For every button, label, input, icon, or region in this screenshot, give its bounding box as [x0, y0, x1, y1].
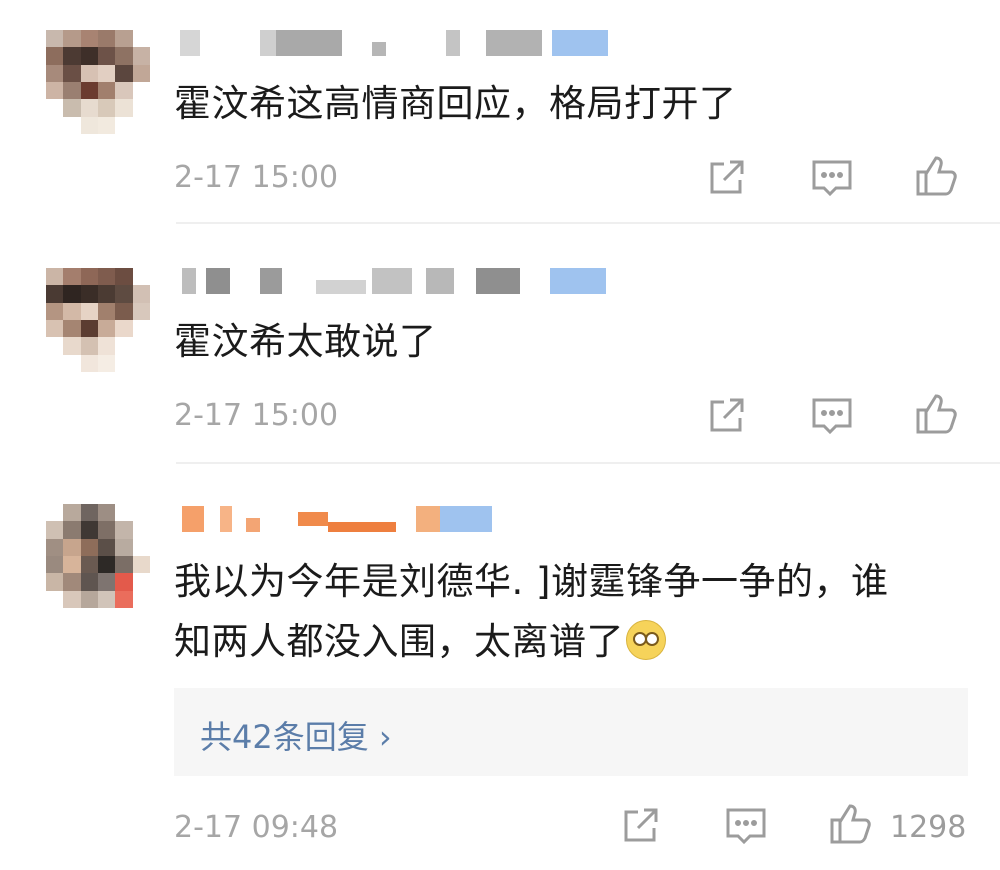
comment-icon[interactable] — [810, 394, 854, 438]
divider — [176, 462, 1000, 464]
comment-text: 我以为今年是刘德华. ]谢霆锋争一争的，谁 知两人都没入围，太离谱了 — [174, 556, 974, 668]
avatar[interactable] — [46, 268, 150, 372]
share-icon[interactable] — [704, 394, 748, 438]
username-censored[interactable] — [176, 506, 506, 534]
username-censored[interactable] — [176, 268, 616, 296]
avatar[interactable] — [46, 30, 150, 134]
username-censored[interactable] — [176, 30, 616, 58]
rolling-eyes-emoji-icon — [626, 620, 666, 660]
comment-text: 霍汶希这高情商回应，格局打开了 — [174, 82, 737, 125]
share-icon[interactable] — [704, 156, 748, 200]
comment-time: 2-17 15:00 — [174, 160, 339, 195]
comment-time: 2-17 15:00 — [174, 398, 339, 433]
replies-link[interactable]: 共42条回复 › — [174, 688, 968, 776]
avatar[interactable] — [46, 504, 150, 608]
share-icon[interactable] — [618, 804, 662, 848]
comment-text: 霍汶希太敢说了 — [174, 320, 437, 363]
like-icon[interactable] — [914, 154, 958, 198]
like-count: 1298 — [890, 810, 967, 845]
comment-icon[interactable] — [724, 804, 768, 848]
like-icon[interactable] — [914, 392, 958, 436]
comment-text-line-1: 我以为今年是刘德华. ]谢霆锋争一争的，谁 — [174, 560, 889, 603]
divider — [176, 222, 1000, 224]
comment-text-line-2-text: 知两人都没入围，太离谱了 — [174, 620, 624, 663]
comment-text-line-2: 知两人都没入围，太离谱了 — [174, 616, 974, 668]
like-icon[interactable] — [828, 802, 872, 846]
replies-label: 共42条回复 › — [200, 718, 392, 756]
comment-time: 2-17 09:48 — [174, 810, 339, 845]
comment-icon[interactable] — [810, 156, 854, 200]
